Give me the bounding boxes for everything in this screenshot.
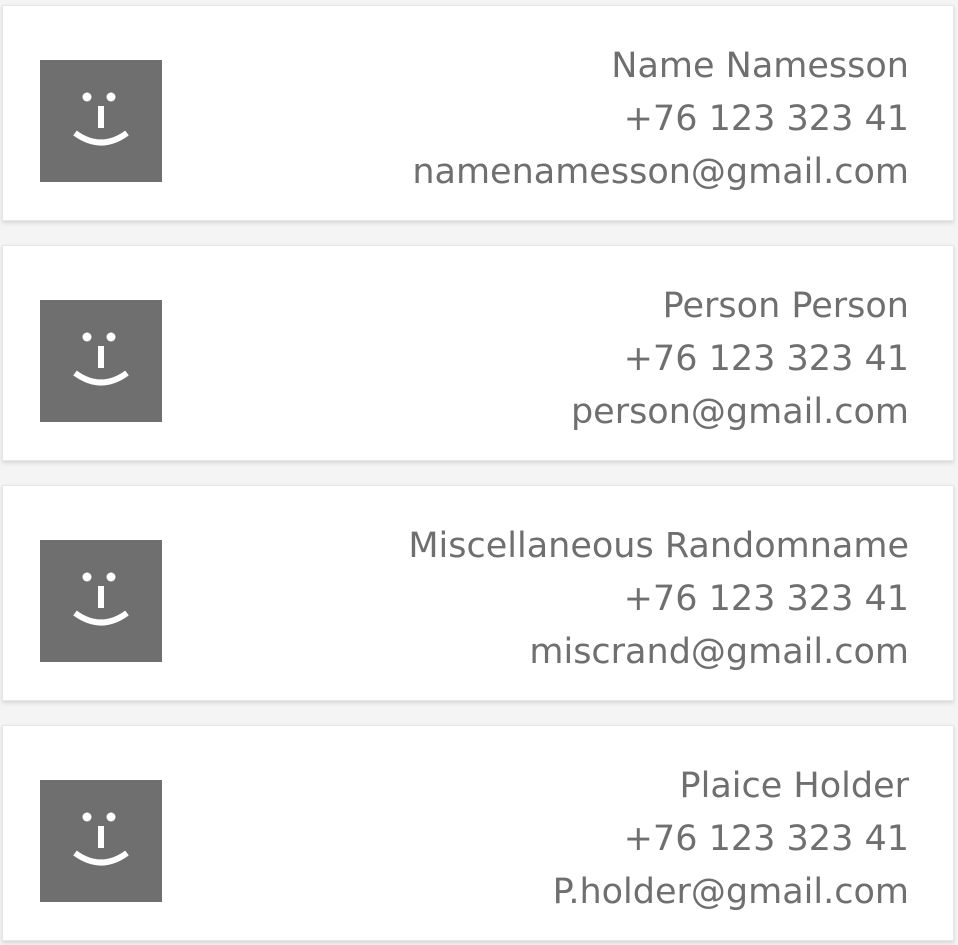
contact-name: Miscellaneous Randomname bbox=[408, 526, 909, 566]
contact-avatar bbox=[40, 780, 162, 902]
smiley-icon bbox=[73, 92, 129, 146]
contact-info: Name Namesson +76 123 323 41 namenamesso… bbox=[412, 40, 909, 199]
contact-list: Name Namesson +76 123 323 41 namenamesso… bbox=[0, 0, 958, 945]
contact-phone[interactable]: +76 123 323 41 bbox=[408, 573, 909, 626]
contact-info: Miscellaneous Randomname +76 123 323 41 … bbox=[408, 520, 909, 679]
contact-card[interactable]: Plaice Holder +76 123 323 41 P.holder@gm… bbox=[2, 725, 954, 941]
contact-info: Plaice Holder +76 123 323 41 P.holder@gm… bbox=[553, 760, 909, 919]
contact-name: Name Namesson bbox=[611, 46, 909, 86]
contact-card[interactable]: Miscellaneous Randomname +76 123 323 41 … bbox=[2, 485, 954, 701]
contact-email[interactable]: namenamesson@gmail.com bbox=[412, 146, 909, 199]
smiley-icon bbox=[73, 332, 129, 386]
smiley-icon bbox=[73, 812, 129, 866]
contact-email[interactable]: miscrand@gmail.com bbox=[408, 626, 909, 679]
contact-card[interactable]: Person Person +76 123 323 41 person@gmai… bbox=[2, 245, 954, 461]
contact-name: Plaice Holder bbox=[679, 766, 910, 806]
contact-phone[interactable]: +76 123 323 41 bbox=[571, 333, 909, 386]
contact-phone[interactable]: +76 123 323 41 bbox=[553, 813, 909, 866]
contact-info: Person Person +76 123 323 41 person@gmai… bbox=[571, 280, 909, 439]
smiley-icon bbox=[73, 572, 129, 626]
contact-email[interactable]: P.holder@gmail.com bbox=[553, 866, 909, 919]
contact-email[interactable]: person@gmail.com bbox=[571, 386, 909, 439]
contact-name: Person Person bbox=[662, 286, 909, 326]
contact-phone[interactable]: +76 123 323 41 bbox=[412, 93, 909, 146]
contact-avatar bbox=[40, 60, 162, 182]
contact-avatar bbox=[40, 540, 162, 662]
contact-card[interactable]: Name Namesson +76 123 323 41 namenamesso… bbox=[2, 5, 954, 221]
contact-avatar bbox=[40, 300, 162, 422]
